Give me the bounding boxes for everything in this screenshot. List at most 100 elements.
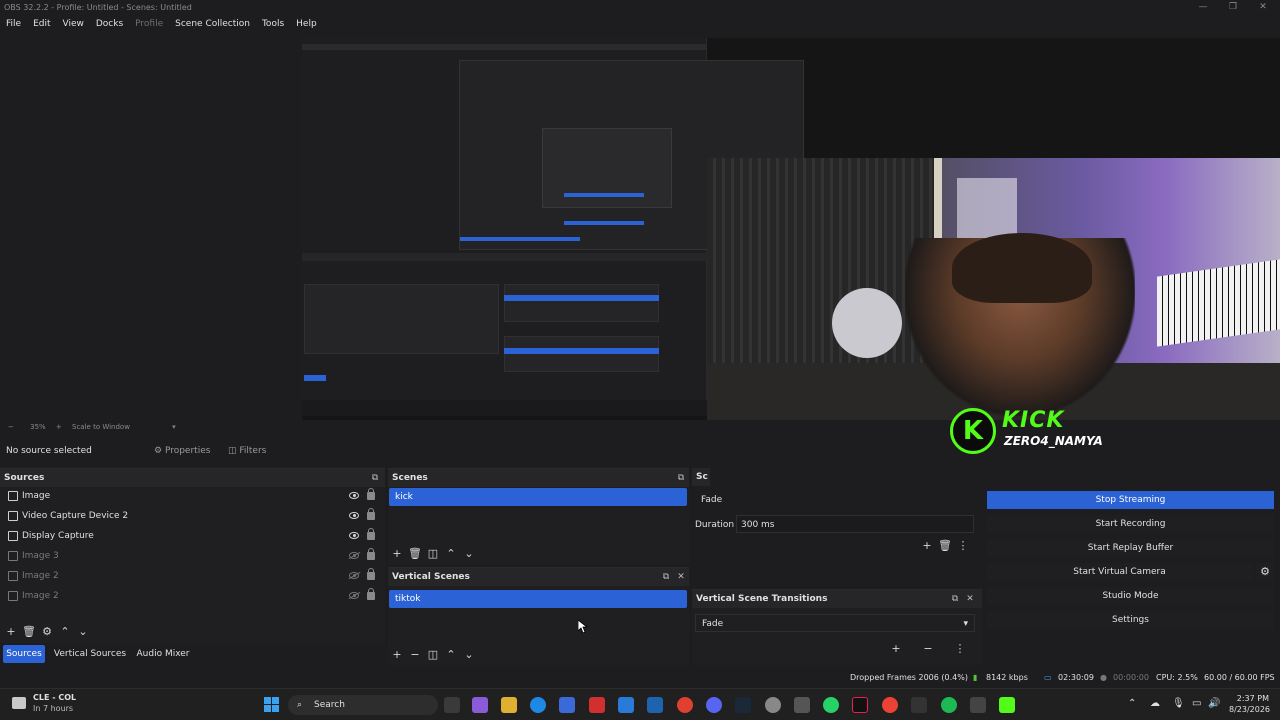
tab-vertical-sources[interactable]: Vertical Sources <box>52 645 128 663</box>
properties-button[interactable]: ⚙ Properties <box>148 443 216 459</box>
store-icon[interactable] <box>559 697 575 713</box>
settings-button[interactable]: Settings <box>987 611 1274 629</box>
lock-icon[interactable] <box>367 588 375 600</box>
network-icon[interactable]: ☁ <box>1150 698 1160 709</box>
weather-icon[interactable] <box>12 697 26 709</box>
filter-icon[interactable]: ◫ <box>424 546 442 562</box>
dock-float-icon[interactable]: ⧉ <box>674 469 688 487</box>
menu-scene-collection[interactable]: Scene Collection <box>169 15 256 33</box>
source-item-image-3[interactable]: Image 3 <box>0 546 385 566</box>
menu-profile[interactable]: Profile <box>129 15 169 33</box>
scale-mode[interactable]: Scale to Window <box>72 423 130 431</box>
chrome-icon[interactable] <box>677 697 693 713</box>
terminal-icon[interactable] <box>911 697 927 713</box>
add-icon[interactable]: + <box>918 538 936 554</box>
weather-title[interactable]: CLE - COL <box>33 693 76 702</box>
vertical-transition-select[interactable]: Fade ▾ <box>695 614 975 632</box>
add-icon[interactable]: + <box>2 624 20 640</box>
outlook-icon[interactable] <box>647 697 663 713</box>
menu-docks[interactable]: Docks <box>90 15 129 33</box>
menu-view[interactable]: View <box>57 15 90 33</box>
gear-icon[interactable]: ⚙ <box>38 624 56 640</box>
menu-edit[interactable]: Edit <box>27 15 56 33</box>
app-grid-icon[interactable] <box>794 697 810 713</box>
remove-icon[interactable]: − <box>406 647 424 663</box>
scene-item-tiktok[interactable]: tiktok <box>389 590 687 608</box>
source-item-image[interactable]: Image <box>0 486 385 506</box>
zoom-plus-icon[interactable]: + <box>56 423 62 431</box>
app-blue-icon[interactable] <box>618 697 634 713</box>
dock-float-icon[interactable]: ⧉ <box>659 568 673 586</box>
monitor-tray-icon[interactable]: ▭ <box>1192 698 1201 709</box>
studio-mode-button[interactable]: Studio Mode <box>987 587 1274 605</box>
menu-file[interactable]: File <box>0 15 27 33</box>
discord-icon[interactable] <box>706 697 722 713</box>
transition-select[interactable]: Fade <box>695 491 975 509</box>
move-up-icon[interactable]: ⌃ <box>442 546 460 562</box>
spotify-icon[interactable] <box>941 697 957 713</box>
source-item-video-capture[interactable]: Video Capture Device 2 <box>0 506 385 526</box>
openai-icon[interactable] <box>765 697 781 713</box>
close-button[interactable]: ✕ <box>1248 0 1278 15</box>
scale-dropdown-icon[interactable]: ▾ <box>172 423 176 431</box>
lock-icon[interactable] <box>367 528 375 540</box>
move-up-icon[interactable]: ⌃ <box>442 647 460 663</box>
visibility-eye-icon[interactable] <box>349 512 359 519</box>
start-recording-button[interactable]: Start Recording <box>987 515 1274 533</box>
virtual-camera-gear-icon[interactable]: ⚙ <box>1256 563 1274 581</box>
zoom-minus-icon[interactable]: − <box>8 423 14 431</box>
filters-button[interactable]: ◫ Filters <box>222 443 272 459</box>
steam-icon[interactable] <box>735 697 751 713</box>
visibility-eye-icon[interactable] <box>349 532 359 539</box>
edge-icon[interactable] <box>530 697 546 713</box>
move-down-icon[interactable]: ⌄ <box>460 647 478 663</box>
copilot-icon[interactable] <box>472 697 488 713</box>
app-l-icon[interactable] <box>589 697 605 713</box>
more-icon[interactable]: ⋮ <box>954 538 972 554</box>
dock-close-icon[interactable]: ✕ <box>674 568 688 586</box>
dock-float-icon[interactable]: ⧉ <box>368 469 382 487</box>
filter-icon[interactable]: ◫ <box>424 647 442 663</box>
kick-icon[interactable] <box>999 697 1015 713</box>
lock-icon[interactable] <box>367 488 375 500</box>
hidden-eye-icon[interactable] <box>349 552 359 559</box>
move-up-icon[interactable]: ⌃ <box>56 624 74 640</box>
trash-icon[interactable]: 🗑 <box>406 546 424 562</box>
tab-audio-mixer[interactable]: Audio Mixer <box>132 645 194 663</box>
clock-time[interactable]: 2:37 PM <box>1229 694 1269 703</box>
add-icon[interactable]: + <box>388 546 406 562</box>
preview-canvas[interactable] <box>302 38 1280 420</box>
tab-sources[interactable]: Sources <box>3 645 45 663</box>
chrome-alt-icon[interactable] <box>882 697 898 713</box>
lock-icon[interactable] <box>367 548 375 560</box>
mic-icon[interactable]: 🎙 <box>1172 698 1185 709</box>
duration-field[interactable]: 300 ms <box>736 515 974 533</box>
menu-help[interactable]: Help <box>290 15 323 33</box>
hidden-eye-icon[interactable] <box>349 592 359 599</box>
move-down-icon[interactable]: ⌄ <box>74 624 92 640</box>
capcut-icon[interactable] <box>970 697 986 713</box>
start-virtual-camera-button[interactable]: Start Virtual Camera <box>987 563 1252 581</box>
source-item-image-2[interactable]: Image 2 <box>0 566 385 586</box>
menu-tools[interactable]: Tools <box>256 15 290 33</box>
dock-float-icon[interactable]: ⧉ <box>948 590 962 608</box>
clock-date[interactable]: 8/23/2026 <box>1229 705 1270 714</box>
add-icon[interactable]: + <box>887 641 905 657</box>
move-down-icon[interactable]: ⌄ <box>460 546 478 562</box>
hidden-eye-icon[interactable] <box>349 572 359 579</box>
minimize-button[interactable]: — <box>1188 0 1218 15</box>
tray-chevron-icon[interactable]: ⌃ <box>1128 698 1136 709</box>
remove-icon[interactable]: − <box>919 641 937 657</box>
maximize-button[interactable]: ❐ <box>1218 0 1248 15</box>
task-view-icon[interactable] <box>444 697 460 713</box>
start-replay-buffer-button[interactable]: Start Replay Buffer <box>987 539 1274 557</box>
file-explorer-icon[interactable] <box>501 697 517 713</box>
tiktok-icon[interactable] <box>852 697 868 713</box>
trash-icon[interactable]: 🗑 <box>20 624 38 640</box>
add-icon[interactable]: + <box>388 647 406 663</box>
dock-close-icon[interactable]: ✕ <box>963 590 977 608</box>
visibility-eye-icon[interactable] <box>349 492 359 499</box>
stop-streaming-button[interactable]: Stop Streaming <box>987 491 1274 509</box>
whatsapp-icon[interactable] <box>823 697 839 713</box>
volume-icon[interactable]: 🔊 <box>1208 698 1220 709</box>
